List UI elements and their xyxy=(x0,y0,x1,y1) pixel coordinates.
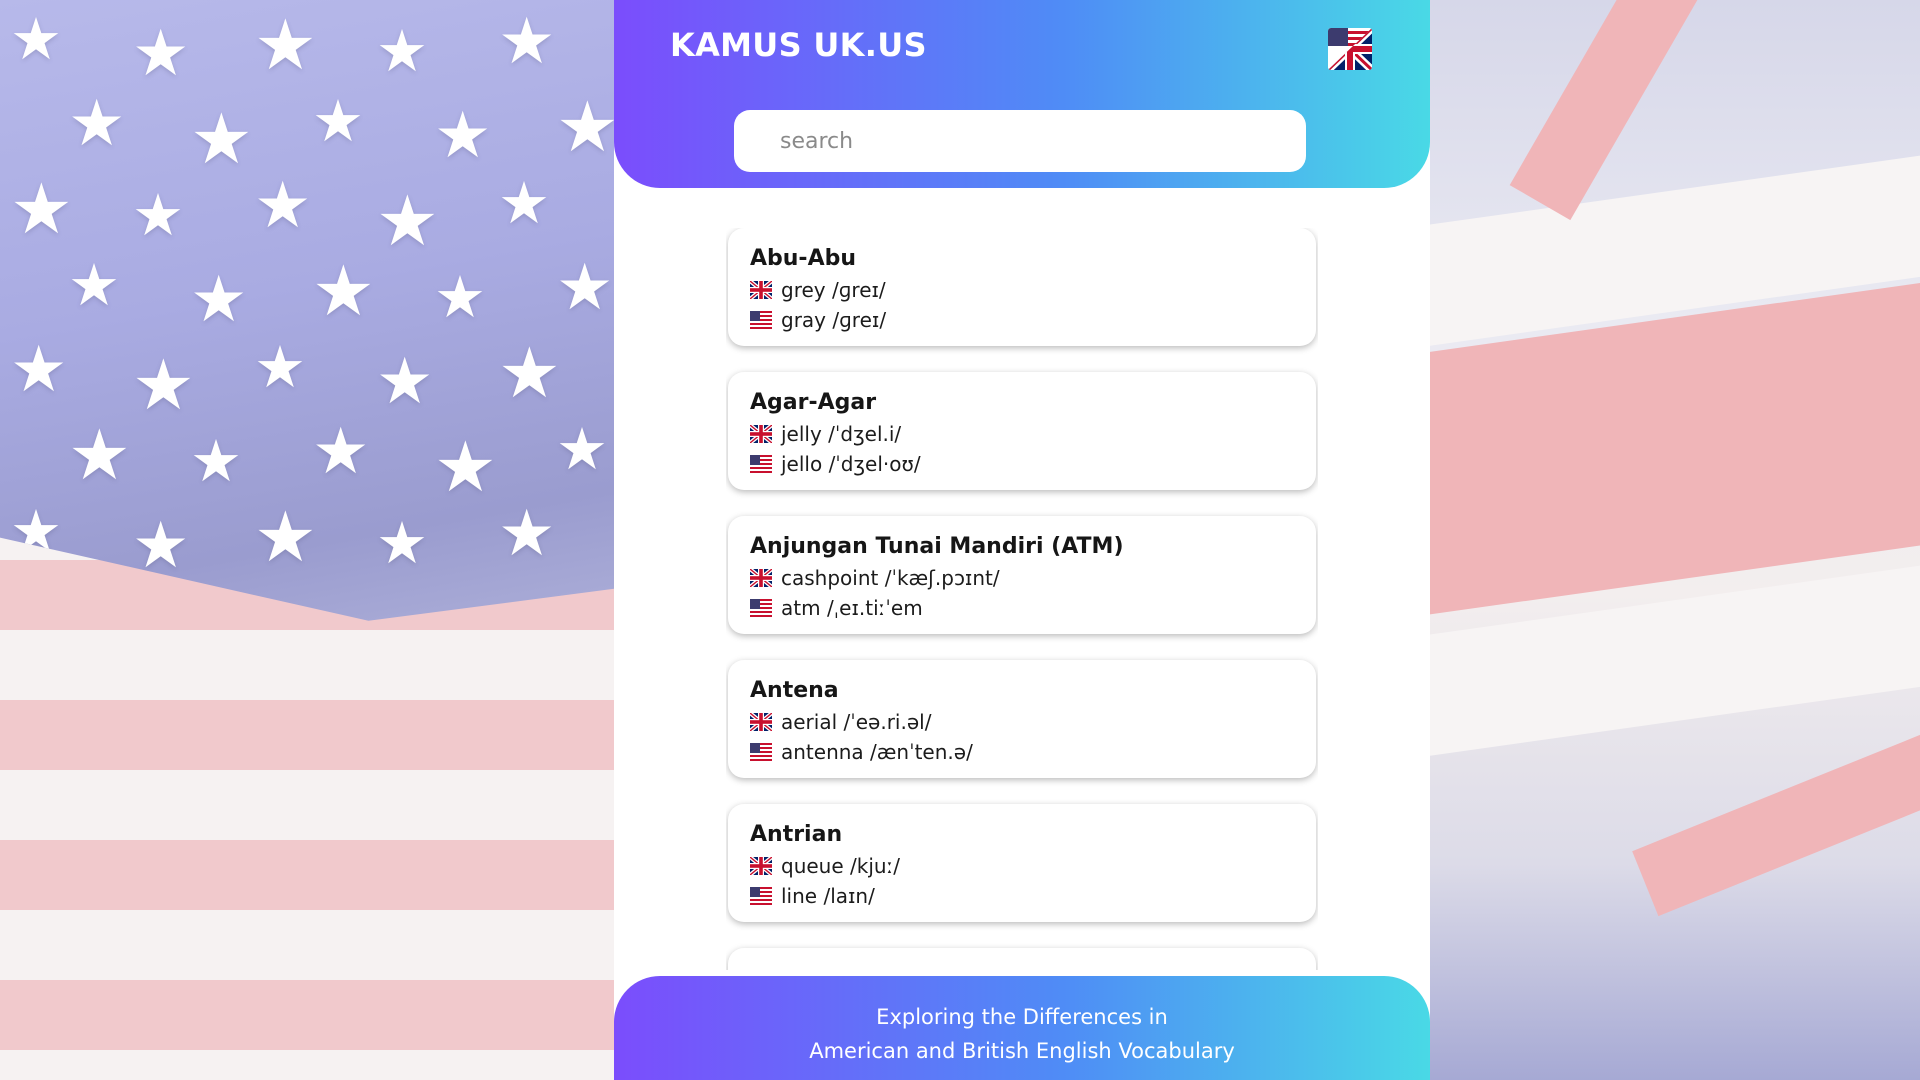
uk-word: cashpoint /ˈkæʃ.pɔɪnt/ xyxy=(781,566,1000,590)
us-flag-icon xyxy=(750,743,772,761)
star-icon: ★ xyxy=(254,169,312,243)
app-title: KAMUS UK.US xyxy=(670,26,927,64)
word-title: Anjungan Tunai Mandiri (ATM) xyxy=(750,534,1124,559)
star-icon: ★ xyxy=(68,414,131,496)
word-card-partial[interactable] xyxy=(728,948,1316,970)
uk-flag-icon xyxy=(750,713,772,731)
us-word: gray /ɡreɪ/ xyxy=(781,308,887,332)
footer: Exploring the Differences in American an… xyxy=(614,976,1430,1080)
uk-flag-icon xyxy=(750,569,772,587)
star-icon: ★ xyxy=(132,509,190,583)
uk-word: grey /ɡreɪ/ xyxy=(781,278,886,302)
us-row: atm /ˌeɪ.tiːˈem xyxy=(750,593,1294,623)
uk-flag-icon xyxy=(750,281,772,299)
us-row: gray /ɡreɪ/ xyxy=(750,305,1294,335)
star-icon: ★ xyxy=(498,169,550,237)
us-flag-icon xyxy=(750,599,772,617)
star-icon: ★ xyxy=(10,333,68,407)
star-icon: ★ xyxy=(10,497,62,565)
word-title: Abu-Abu xyxy=(750,246,857,271)
star-icon: ★ xyxy=(498,332,561,414)
uk-row: cashpoint /ˈkæʃ.pɔɪnt/ xyxy=(750,563,1294,593)
word-card[interactable]: Antena aerial /ˈeə.ri.əl/ antenna /ænˈte… xyxy=(728,660,1316,778)
star-icon: ★ xyxy=(376,509,428,577)
uk-flag-icon xyxy=(750,425,772,443)
search-input[interactable] xyxy=(734,110,1306,172)
star-icon: ★ xyxy=(498,497,556,571)
word-title: Agar-Agar xyxy=(750,390,877,415)
app-container: KAMUS UK.US search Abu-Abu grey /ɡreɪ/ g… xyxy=(614,0,1430,1080)
us-word: jello /ˈdʒel·oʊ/ xyxy=(781,452,921,476)
footer-line-1: Exploring the Differences in xyxy=(876,1005,1168,1029)
uk-flag-icon xyxy=(750,857,772,875)
us-flag-icon xyxy=(750,887,772,905)
word-card[interactable]: Anjungan Tunai Mandiri (ATM) cashpoint /… xyxy=(728,516,1316,634)
star-icon: ★ xyxy=(132,181,184,249)
word-card[interactable]: Antrian queue /kjuː/ line /laɪn/ xyxy=(728,804,1316,922)
us-flag-icon xyxy=(750,311,772,329)
us-flag-icon xyxy=(750,455,772,473)
us-flag-background: ★ ★ ★ ★ ★ ★ ★ ★ ★ ★ ★ ★ ★ ★ ★ ★ ★ ★ ★ ★ ★ ★ ★ ★ ★ ★ ★ ★ ★ ★ ★ ★ ★ ★ ★ xyxy=(0,0,614,1080)
word-title: Antena xyxy=(750,678,839,703)
star-icon: ★ xyxy=(254,496,317,578)
us-flag-canton: ★ ★ ★ ★ ★ ★ ★ ★ ★ ★ ★ ★ ★ ★ ★ ★ ★ ★ ★ ★ ★ ★ ★ ★ ★ ★ ★ ★ ★ ★ ★ ★ ★ ★ ★ xyxy=(0,0,614,621)
star-icon: ★ xyxy=(434,263,486,331)
star-icon: ★ xyxy=(556,86,614,168)
star-icon: ★ xyxy=(312,87,364,155)
star-icon: ★ xyxy=(312,415,370,489)
star-icon: ★ xyxy=(556,415,608,483)
word-card[interactable]: Agar-Agar jelly /ˈdʒel.i/ jello /ˈdʒel·o… xyxy=(728,372,1316,490)
star-icon: ★ xyxy=(68,251,120,319)
us-row: antenna /ænˈten.ə/ xyxy=(750,737,1294,767)
star-icon: ★ xyxy=(190,263,248,337)
uk-word: queue /kjuː/ xyxy=(781,854,901,878)
star-icon: ★ xyxy=(376,345,434,419)
us-word: line /laɪn/ xyxy=(781,884,875,908)
uk-flag-background xyxy=(1430,0,1920,1080)
star-icon: ★ xyxy=(498,5,556,79)
search-box xyxy=(734,110,1306,172)
star-icon: ★ xyxy=(434,426,497,508)
star-icon: ★ xyxy=(312,250,375,332)
star-icon: ★ xyxy=(132,344,195,426)
word-list[interactable]: Abu-Abu grey /ɡreɪ/ gray /ɡreɪ/ Agar-Aga… xyxy=(726,228,1318,970)
uk-row: jelly /ˈdʒel.i/ xyxy=(750,419,1294,449)
star-icon: ★ xyxy=(376,17,428,85)
star-icon: ★ xyxy=(68,87,126,161)
header: KAMUS UK.US xyxy=(614,0,1430,188)
us-word: atm /ˌeɪ.tiːˈem xyxy=(781,596,923,620)
star-icon: ★ xyxy=(132,17,190,91)
uk-row: aerial /ˈeə.ri.əl/ xyxy=(750,707,1294,737)
star-icon: ★ xyxy=(254,333,306,401)
word-title: Antrian xyxy=(750,822,843,847)
us-word: antenna /ænˈten.ə/ xyxy=(781,740,973,764)
star-icon: ★ xyxy=(376,180,439,262)
star-icon: ★ xyxy=(10,168,73,250)
uk-row: grey /ɡreɪ/ xyxy=(750,275,1294,305)
star-icon: ★ xyxy=(556,251,614,325)
star-icon: ★ xyxy=(434,99,492,173)
star-icon: ★ xyxy=(254,4,317,86)
star-icon: ★ xyxy=(190,98,253,180)
us-row: jello /ˈdʒel·oʊ/ xyxy=(750,449,1294,479)
word-card[interactable]: Abu-Abu grey /ɡreɪ/ gray /ɡreɪ/ xyxy=(728,228,1316,346)
us-row: line /laɪn/ xyxy=(750,881,1294,911)
star-icon: ★ xyxy=(10,5,62,73)
uk-word: jelly /ˈdʒel.i/ xyxy=(781,422,902,446)
footer-line-2: American and British English Vocabulary xyxy=(809,1039,1235,1063)
star-icon: ★ xyxy=(190,427,242,495)
uk-row: queue /kjuː/ xyxy=(750,851,1294,881)
uk-word: aerial /ˈeə.ri.əl/ xyxy=(781,710,932,734)
uk-us-flag-icon[interactable] xyxy=(1328,28,1372,70)
